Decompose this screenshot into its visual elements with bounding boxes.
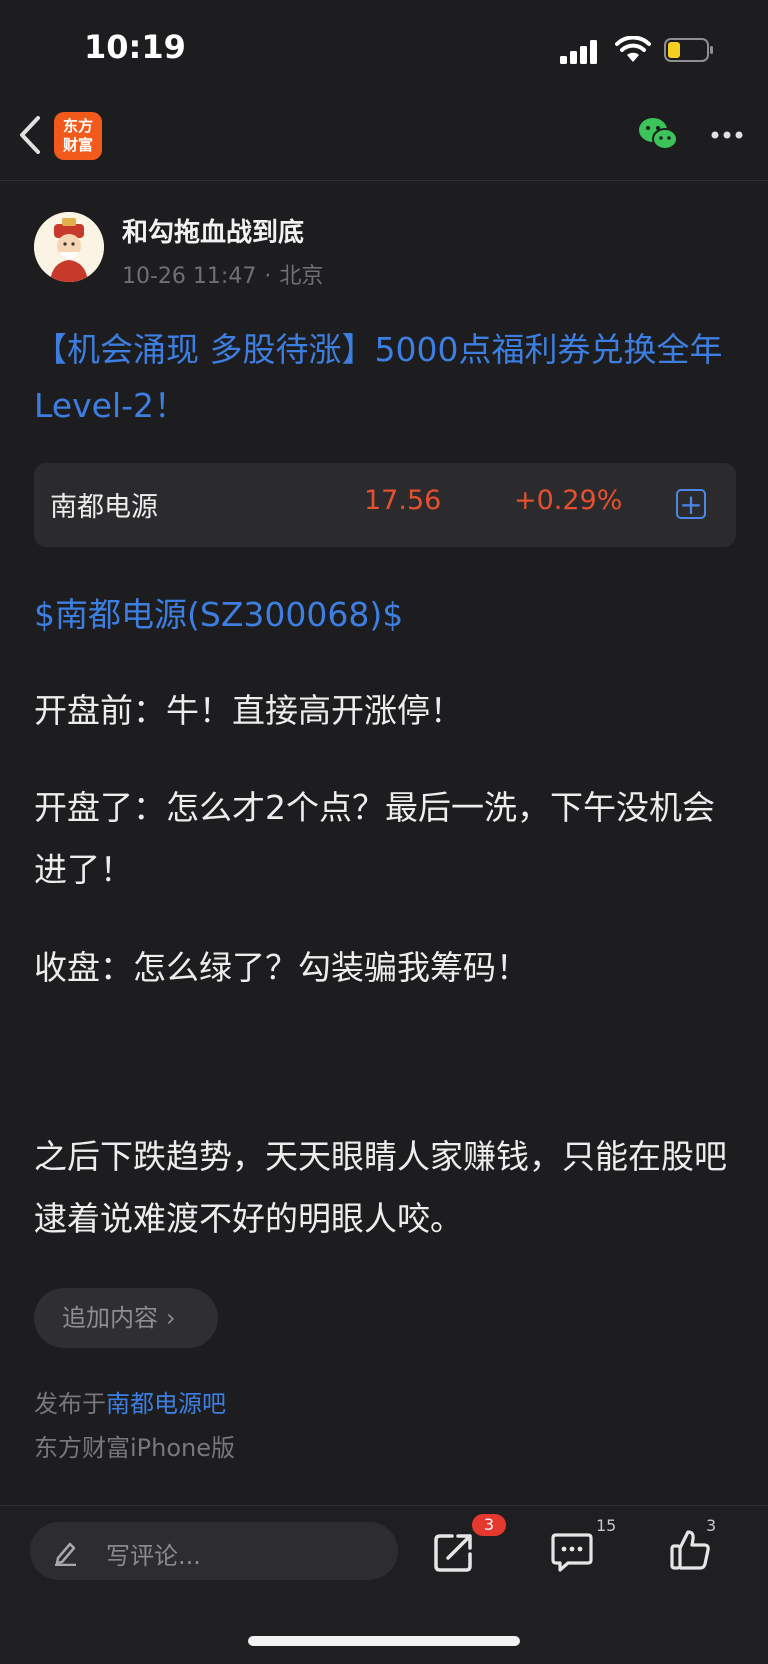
comment-icon[interactable] xyxy=(550,1532,594,1572)
eastmoney-logo: 东方 财富 xyxy=(54,112,102,160)
wechat-share-icon[interactable] xyxy=(638,116,678,152)
post-paragraph: 开盘前：牛！直接高开涨停！ xyxy=(34,691,463,730)
chevron-right-icon: › xyxy=(166,1304,176,1332)
stock-quote-card[interactable]: 南都电源 17.56 +0.29% + xyxy=(34,463,736,547)
client-info: 东方财富iPhone版 xyxy=(34,1434,236,1462)
append-content-button[interactable]: 追加内容 › xyxy=(34,1288,218,1348)
stock-bar-link[interactable]: 南都电源吧 xyxy=(106,1390,226,1418)
comment-input[interactable]: 写评论... xyxy=(30,1522,398,1580)
post-paragraph: 之后下跌趋势，天天眼睛人家赚钱，只能在股吧逮着说难渡不好的明眼人咬。 xyxy=(34,1137,727,1238)
stock-name: 南都电源 xyxy=(50,492,158,523)
comment-count: 15 xyxy=(596,1516,617,1535)
status-time: 10:19 xyxy=(84,28,186,66)
author-avatar[interactable] xyxy=(34,212,104,282)
stock-price: 17.56 xyxy=(364,485,442,516)
like-count: 3 xyxy=(706,1516,717,1535)
wifi-icon xyxy=(615,36,651,62)
post-paragraph: 收盘：怎么绿了？勾装骗我筹码！ xyxy=(34,948,529,987)
stock-change: +0.29% xyxy=(514,485,623,516)
stock-tag-link[interactable]: $南都电源(SZ300068)$ xyxy=(34,588,403,636)
share-icon[interactable] xyxy=(432,1530,476,1574)
post-title-link[interactable]: 【机会涌现 多股待涨】5000点福利券兑换全年Level-2！ xyxy=(34,322,734,434)
home-indicator xyxy=(248,1636,520,1646)
add-watchlist-button[interactable]: + xyxy=(676,489,706,519)
nav-divider xyxy=(0,180,768,181)
cellular-signal-icon xyxy=(560,40,597,64)
comment-placeholder: 写评论... xyxy=(106,1542,201,1570)
meta-separator: · xyxy=(264,264,272,289)
back-button[interactable] xyxy=(16,112,46,158)
post-date: 10-26 11:47 xyxy=(122,264,257,289)
post-paragraph: 开盘了：怎么才2个点？最后一洗，下午没机会进了！ xyxy=(34,788,715,889)
publish-info: 发布于南都电源吧 xyxy=(34,1390,226,1418)
battery-icon xyxy=(664,38,713,62)
author-name[interactable]: 和勾拖血战到底 xyxy=(122,212,304,249)
post-meta: 10-26 11:47 · 北京 xyxy=(122,258,323,290)
share-count-badge: 3 xyxy=(472,1514,506,1536)
pen-icon xyxy=(55,1542,76,1566)
more-icon[interactable] xyxy=(710,130,744,140)
post-location: 北京 xyxy=(279,264,324,289)
